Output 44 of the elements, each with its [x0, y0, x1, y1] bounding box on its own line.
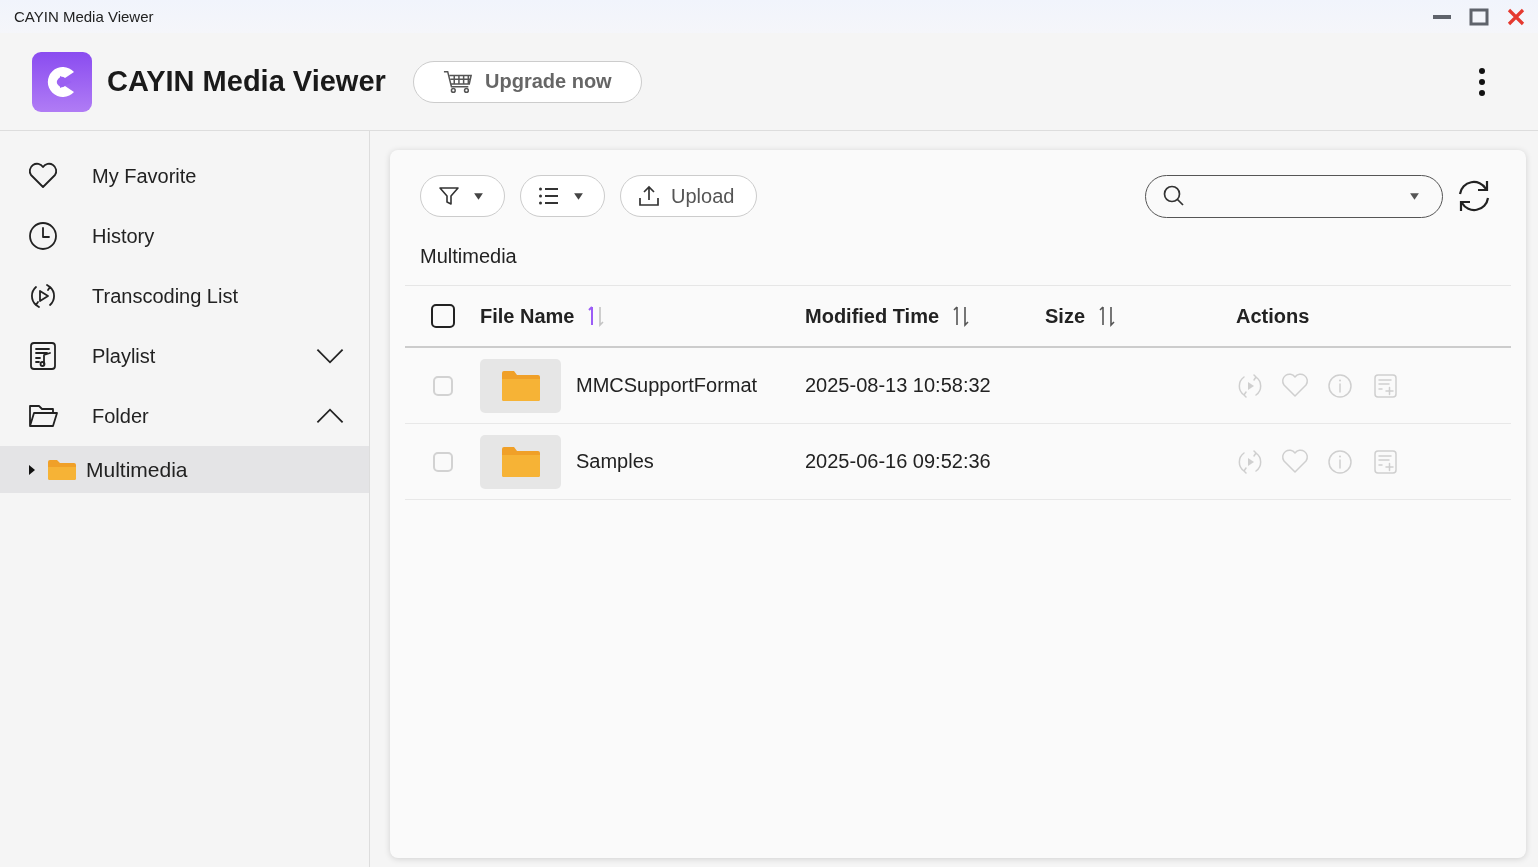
more-options-icon[interactable] — [1478, 66, 1486, 97]
upload-button[interactable]: Upload — [620, 175, 758, 217]
chevron-down-icon[interactable] — [315, 347, 345, 365]
column-header[interactable]: Size — [1045, 304, 1086, 328]
close-icon[interactable] — [1506, 6, 1526, 27]
folder-icon — [501, 446, 540, 477]
sidebar-item[interactable]: My Favorite — [0, 146, 369, 206]
caret-down-icon — [473, 191, 484, 201]
playlist-icon — [27, 340, 59, 372]
sidebar-item[interactable]: History — [0, 206, 369, 266]
upgrade-button[interactable]: Upgrade now — [412, 60, 642, 103]
modified-time: 2025-08-13 10:58:32 — [805, 374, 991, 397]
caret-down-icon — [1409, 191, 1420, 201]
clock-icon — [27, 220, 59, 252]
column-header: Actions — [1236, 304, 1310, 328]
sidebar-item[interactable]: Transcoding List — [0, 266, 369, 326]
chevron-up-icon[interactable] — [315, 407, 345, 425]
filter-icon — [437, 184, 461, 208]
caret-right-icon[interactable] — [28, 464, 36, 475]
maximize-icon[interactable] — [1469, 6, 1489, 27]
view-list-button[interactable] — [520, 175, 605, 217]
folder-icon — [501, 370, 540, 401]
file-name[interactable]: Samples — [576, 450, 654, 473]
checkbox[interactable] — [430, 304, 455, 328]
app-logo-icon — [32, 51, 92, 112]
column-header[interactable]: Modified Time — [805, 304, 940, 328]
cart-icon — [443, 68, 473, 95]
file-name[interactable]: MMCSupportFormat — [576, 374, 758, 397]
app-name: CAYIN Media Viewer — [107, 65, 386, 98]
sort-icon[interactable] — [1097, 305, 1118, 327]
breadcrumb[interactable]: Multimedia — [420, 245, 517, 268]
sidebar-item[interactable]: Folder — [0, 386, 369, 446]
sort-icon[interactable] — [951, 305, 972, 327]
sort-icon[interactable] — [586, 305, 607, 327]
upload-icon — [637, 184, 661, 208]
folder-icon — [48, 459, 76, 480]
search-icon — [1162, 184, 1186, 208]
caret-down-icon — [573, 191, 584, 201]
window-title: CAYIN Media Viewer — [14, 8, 155, 25]
modified-time: 2025-06-16 09:52:36 — [805, 450, 991, 473]
tree-item[interactable]: Multimedia — [0, 446, 369, 493]
filter-button[interactable] — [420, 175, 505, 217]
column-header[interactable]: File Name — [480, 304, 575, 328]
sidebar-item[interactable]: Playlist — [0, 326, 369, 386]
